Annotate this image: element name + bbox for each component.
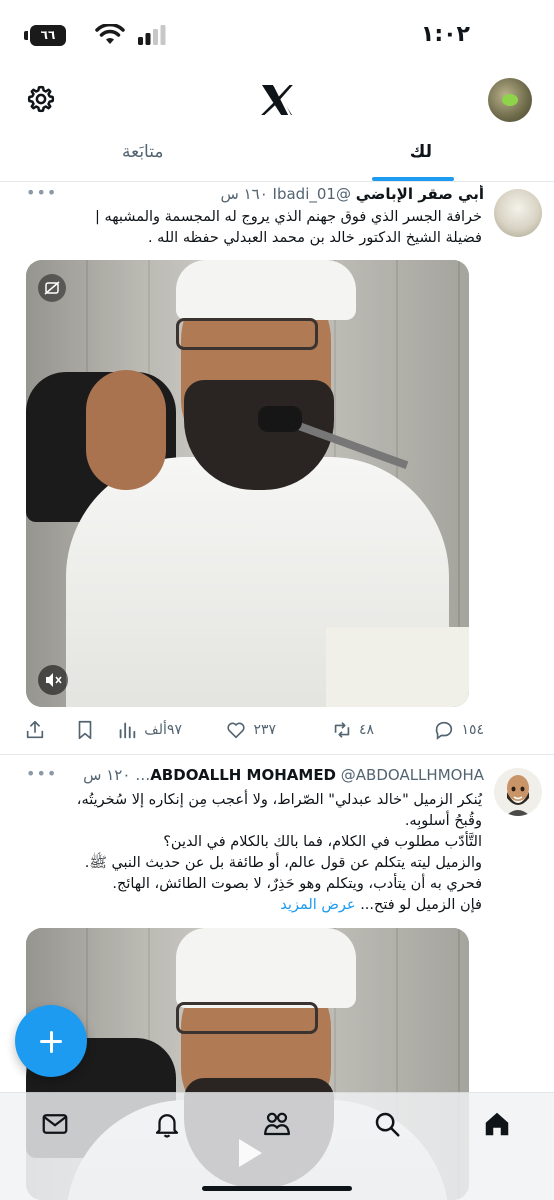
author-avatar[interactable] bbox=[494, 768, 542, 816]
home-icon[interactable] bbox=[482, 1109, 512, 1139]
retweet-count: ٤٨ bbox=[358, 722, 374, 738]
tweet-video[interactable] bbox=[26, 260, 469, 707]
retweet-icon bbox=[334, 722, 350, 738]
video-glasses bbox=[176, 318, 318, 350]
video-turban bbox=[176, 928, 356, 1008]
share-icon bbox=[26, 720, 44, 739]
tweet-text-line: فضيلة الشيخ الدكتور خالد بن محمد العبدلي… bbox=[147, 230, 482, 246]
compose-post-button[interactable] bbox=[15, 1005, 87, 1077]
like-button[interactable]: ٢٣٧ bbox=[225, 717, 276, 743]
tweet-text-line: والزميل ليته يتكلم عن قول عالم، أو طائفة… bbox=[84, 855, 482, 871]
author-name[interactable]: أبي صقر الإباضي bbox=[356, 185, 484, 203]
battery-icon: ٦٦ bbox=[30, 25, 66, 46]
cellular-signal-icon bbox=[138, 25, 166, 45]
tweet-header: ABDOALLH MOHAMED @ABDOALLHMOHA… ١٢٠ س bbox=[24, 766, 484, 788]
hide-media-icon[interactable] bbox=[38, 274, 66, 302]
play-icon[interactable] bbox=[228, 1133, 268, 1173]
author-handle[interactable]: @Ibadi_01 bbox=[273, 185, 351, 203]
video-papers bbox=[326, 627, 469, 707]
battery-cap bbox=[24, 31, 28, 40]
reply-button[interactable]: ١٥٤ bbox=[433, 717, 484, 743]
bottom-tab-bar bbox=[0, 1092, 554, 1200]
video-glasses bbox=[176, 1002, 318, 1034]
tab-for-you[interactable]: لك bbox=[410, 142, 432, 162]
views-button[interactable]: ٩٧ألف bbox=[116, 717, 182, 743]
search-icon[interactable] bbox=[372, 1109, 402, 1139]
show-more-link[interactable]: عرض المزيد bbox=[280, 897, 355, 913]
status-bar: ٦٦ ١:٠٢ bbox=[0, 0, 554, 70]
active-tab-indicator bbox=[372, 177, 454, 181]
tweet-text-line: فحري به أن يتأدب، ويتكلم وهو حَذِرٌ، لا … bbox=[112, 876, 482, 892]
tweet-text-line: خرافة الجسر الذي فوق جهنم الذي يروج له ا… bbox=[94, 209, 482, 225]
bookmark-button[interactable] bbox=[74, 717, 96, 743]
tweet-time[interactable]: ١٦٠ س bbox=[220, 185, 267, 203]
profile-avatar[interactable] bbox=[488, 78, 532, 122]
tweet-text-line: يُنكر الزميل "خالد عبدلي" الصّراط، ولا أ… bbox=[76, 792, 482, 808]
author-avatar[interactable] bbox=[494, 189, 542, 237]
messages-icon[interactable] bbox=[40, 1109, 70, 1139]
views-count: ٩٧ألف bbox=[144, 722, 182, 738]
app-header bbox=[0, 70, 554, 130]
share-button[interactable] bbox=[24, 717, 46, 743]
heart-icon bbox=[227, 722, 246, 739]
timeline-tabs: لك متابَعة bbox=[0, 130, 554, 182]
gear-icon[interactable] bbox=[26, 84, 56, 114]
home-indicator bbox=[202, 1186, 352, 1191]
tweet-text-line: التَّأدّب مطلوب في الكلام، فما بالك بالك… bbox=[163, 834, 482, 850]
bookmark-icon bbox=[78, 720, 92, 740]
retweet-button[interactable]: ٤٨ bbox=[331, 717, 374, 743]
tweet-text-line: وقُبحُ أسلوبِه. bbox=[404, 813, 482, 829]
tweet-text-line: فإن الزميل لو فتح... bbox=[360, 897, 482, 913]
tweet-actions: ١٥٤ ٤٨ ٢٣٧ ٩٧ألف bbox=[24, 717, 484, 743]
bald-man-emoji-avatar bbox=[494, 768, 542, 816]
x-logo-icon bbox=[261, 85, 293, 115]
wifi-icon bbox=[95, 24, 125, 44]
video-microphone bbox=[258, 406, 302, 432]
muted-speaker-icon[interactable] bbox=[38, 665, 68, 695]
notifications-icon[interactable] bbox=[152, 1109, 182, 1139]
status-time: ١:٠٢ bbox=[420, 22, 470, 47]
tab-following[interactable]: متابَعة bbox=[122, 142, 163, 162]
tweet-text-line-last: فإن الزميل لو فتح... عرض المزيد bbox=[20, 895, 482, 916]
views-icon bbox=[119, 722, 136, 739]
reply-icon bbox=[436, 721, 453, 740]
tweet-time[interactable]: ١٢٠ س bbox=[83, 766, 130, 784]
tweet-header: أبي صقر الإباضي @Ibadi_01 ١٦٠ س bbox=[24, 185, 484, 207]
reply-count: ١٥٤ bbox=[461, 722, 484, 738]
video-hand bbox=[86, 370, 166, 490]
tweet-text: خرافة الجسر الذي فوق جهنم الذي يروج له ا… bbox=[20, 207, 482, 249]
tweet[interactable]: ••• أبي صقر الإباضي @Ibadi_01 ١٦٠ س خراف… bbox=[0, 183, 554, 755]
like-count: ٢٣٧ bbox=[253, 722, 276, 738]
author-name[interactable]: ABDOALLH MOHAMED bbox=[150, 766, 336, 784]
tweet-text: يُنكر الزميل "خالد عبدلي" الصّراط، ولا أ… bbox=[20, 790, 482, 916]
video-turban bbox=[176, 260, 356, 320]
